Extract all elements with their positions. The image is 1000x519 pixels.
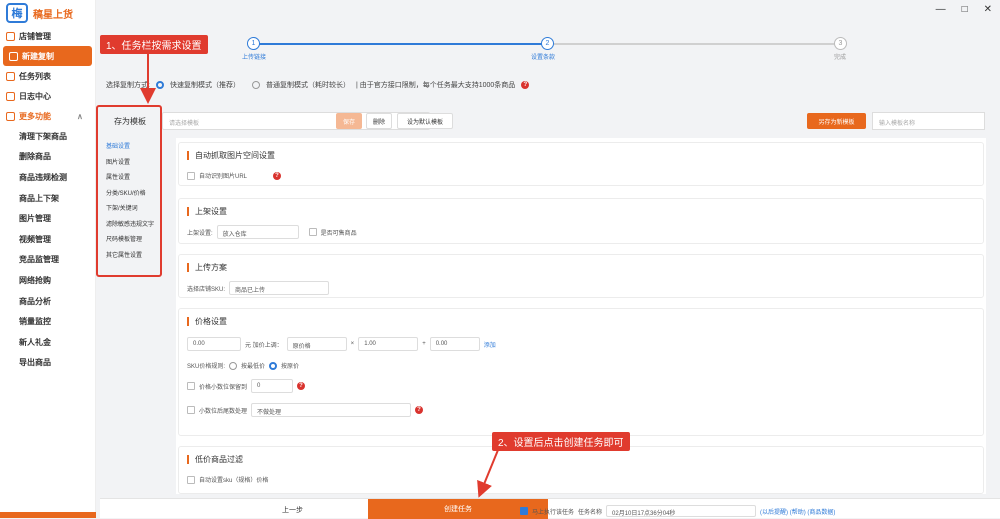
arrow-2 [477,449,499,498]
annotation-arrows [140,53,499,498]
